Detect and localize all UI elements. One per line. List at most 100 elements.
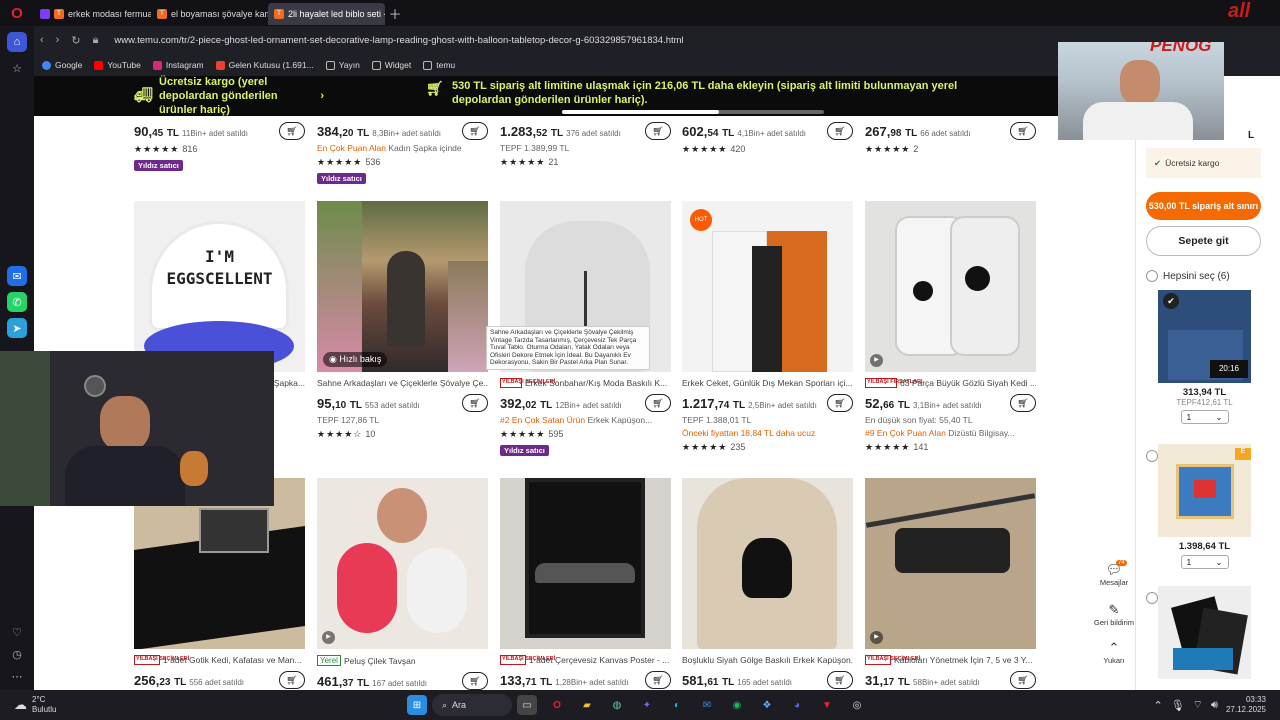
scroll-top-button[interactable]: ⌃ Yukarı <box>1094 640 1134 665</box>
opera-logo[interactable]: O <box>0 0 34 26</box>
obs-icon[interactable]: ◎ <box>847 695 867 715</box>
app-icon[interactable]: ◍ <box>607 695 627 715</box>
messages-button[interactable]: 💬︎ Mesajlar 74 <box>1094 560 1134 587</box>
add-to-cart-button[interactable]: 🛒︎ <box>645 671 671 689</box>
cart-item[interactable] <box>1158 586 1251 679</box>
add-to-cart-button[interactable]: 🛒︎ <box>462 122 488 140</box>
product-card[interactable]: 384,20 TL 8,3Bin+ adet satıldı 🛒︎ En Çok P… <box>317 116 488 184</box>
product-image-phone-stickers[interactable]: ▶ <box>865 201 1036 372</box>
product-image-knight-painting[interactable]: ◉ Hızlı bakış <box>317 201 488 372</box>
bookmark-youtube[interactable]: YouTube <box>94 60 141 70</box>
microphone-icon[interactable]: 🎙︎ <box>1171 699 1185 712</box>
windows-start-icon[interactable]: ⊞ <box>407 695 427 715</box>
quick-view-button[interactable]: ◉ Hızlı bakış <box>323 352 388 367</box>
more-icon[interactable]: ⋯ <box>7 666 27 686</box>
mail-icon[interactable]: ✉ <box>697 695 717 715</box>
add-to-cart-button[interactable]: 🛒︎ <box>645 394 671 412</box>
add-to-cart-button[interactable]: 🛒︎ <box>827 394 853 412</box>
weather-widget[interactable]: ☁ 2°C Bulutlu <box>0 695 240 715</box>
product-card[interactable]: ▶ Yerel Peluş Çilek Tavşan 461,37 TL 167 a… <box>317 478 488 690</box>
app-icon[interactable]: ❖ <box>757 695 777 715</box>
product-card[interactable]: ▶ YILBAŞI SEÇİMLERİ Kabloları Yönetmek İç… <box>865 478 1036 689</box>
spotify-icon[interactable]: ◉ <box>727 695 747 715</box>
wifi-icon[interactable]: ⌔ <box>1193 698 1203 712</box>
bookmark-instagram[interactable]: Instagram <box>152 60 204 70</box>
tab-2[interactable]: Tel boyaması şövalye kamp <box>151 3 268 25</box>
new-tab-button[interactable]: ＋ <box>385 4 405 23</box>
chevron-up-icon[interactable]: ⌃ <box>1153 699 1162 712</box>
app-icon[interactable]: ▼ <box>817 695 837 715</box>
telegram-icon[interactable]: ➤ <box>7 318 27 338</box>
add-to-cart-button[interactable]: 🛒︎ <box>1010 122 1036 140</box>
item-checkbox[interactable] <box>1146 450 1158 462</box>
url-field[interactable]: www.temu.com/tr/2-piece-ghost-led-orname… <box>114 35 683 46</box>
home-icon[interactable]: ⌂ <box>7 32 27 52</box>
file-explorer-icon[interactable]: ▰ <box>577 695 597 715</box>
tab-1[interactable]: Terkek modası fermuarlı kaz <box>34 3 151 25</box>
product-card[interactable]: HOT Erkek Ceket, Günlük Dış Mekan Sporla… <box>682 201 853 453</box>
play-icon[interactable]: ▶ <box>870 354 883 367</box>
bookmark-gmail[interactable]: Gelen Kutusu (1.691... <box>215 60 314 70</box>
product-card[interactable]: 267,98 TL 66 adet satıldı 🛒︎ ★★★★★ 2 <box>865 116 1036 155</box>
product-card[interactable]: Boşluklu Siyah Gölge Baskılı Erkek Kapüş… <box>682 478 853 689</box>
bookmark-folder-temu[interactable]: temu <box>423 60 455 70</box>
add-to-cart-button[interactable]: 🛒︎ <box>279 122 305 140</box>
product-card[interactable]: 1.283,52 TL 376 adet satıldı 🛒︎ TEPF 1.389… <box>500 116 671 168</box>
heart-icon[interactable]: ♡ <box>7 622 27 642</box>
edge-icon[interactable]: ◐ <box>667 695 687 715</box>
add-to-cart-button[interactable]: 🛒︎ <box>462 394 488 412</box>
product-image-cable-organizer[interactable]: ▶ <box>865 478 1036 649</box>
messenger-icon[interactable]: ✉ <box>7 266 27 286</box>
reload-icon[interactable]: ↻ <box>71 34 80 47</box>
product-card[interactable]: 90,45 TL 11Bin+ adet satıldı 🛒︎ ★★★★★ 816 Y… <box>134 116 305 171</box>
product-card[interactable]: YILBAŞI SEÇİMLERİ 1 adet Çerçevesiz Kanva… <box>500 478 671 689</box>
cart-item-image-cards[interactable] <box>1158 586 1251 679</box>
back-icon[interactable]: ‹ <box>40 34 44 46</box>
add-to-cart-button[interactable]: 🛒︎ <box>279 671 305 689</box>
product-image-jacket[interactable]: HOT <box>682 201 853 372</box>
bookmark-folder-yayin[interactable]: Yayın <box>325 60 360 70</box>
checked-icon[interactable]: ✔ <box>1163 293 1179 309</box>
cart-item[interactable]: E 1.398,64 TL 1 ⌄ <box>1158 444 1251 569</box>
bookmark-folder-widget[interactable]: Widget <box>371 60 411 70</box>
select-all[interactable]: Hepsini seç (6) <box>1146 270 1230 282</box>
opera-icon[interactable]: O <box>547 695 567 715</box>
whatsapp-icon[interactable]: ✆ <box>7 292 27 312</box>
product-image-strawberry-bunny[interactable]: ▶ <box>317 478 488 649</box>
select-all-checkbox[interactable] <box>1146 270 1158 282</box>
tab-3-active[interactable]: T2li hayalet led biblo seti -× <box>268 3 385 25</box>
add-to-cart-button[interactable]: 🛒︎ <box>827 671 853 689</box>
play-icon[interactable]: ▶ <box>870 631 883 644</box>
quantity-select[interactable]: 1 ⌄ <box>1180 555 1229 569</box>
product-image-car-poster[interactable] <box>500 478 671 649</box>
forward-icon[interactable]: › <box>56 34 60 46</box>
product-image-beige-hoodie[interactable] <box>682 478 853 649</box>
app-icon[interactable]: ✦ <box>637 695 657 715</box>
discord-icon[interactable]: ◕ <box>787 695 807 715</box>
task-view-icon[interactable]: ▭ <box>517 695 537 715</box>
cart-item-image-clock[interactable]: ✔ 20:16 <box>1158 290 1251 383</box>
volume-icon[interactable]: 🔊︎ <box>1211 699 1218 712</box>
feedback-button[interactable]: ✎ Geri bildirim <box>1094 602 1134 627</box>
cart-item-image-pixel-frame[interactable]: E <box>1158 444 1251 537</box>
star-icon[interactable]: ☆ <box>7 58 27 78</box>
cart-item[interactable]: ✔ 20:16 313,94 TL TEPF412,61 TL 1 ⌄ <box>1158 290 1251 424</box>
item-checkbox[interactable] <box>1146 592 1158 604</box>
product-image-cap[interactable]: I'M EGGSCELLENT <box>134 201 305 372</box>
order-limit-button[interactable]: 530,00 TL sipariş alt sınırı <box>1146 192 1261 220</box>
add-to-cart-button[interactable]: 🛒︎ <box>645 122 671 140</box>
free-shipping-notice[interactable]: 🚚︎ Ücretsiz kargo (yerel depolardan gönd… <box>34 75 324 117</box>
add-to-cart-button[interactable]: 🛒︎ <box>1010 671 1036 689</box>
add-to-cart-button[interactable]: 🛒︎ <box>1010 394 1036 412</box>
history-icon[interactable]: ◷ <box>7 644 27 664</box>
add-to-cart-button[interactable]: 🛒︎ <box>462 672 488 690</box>
product-card[interactable]: ▶ YILBAŞI FIRSATLARI 63 Parça Büyük Gözlü… <box>865 201 1036 453</box>
taskbar-search[interactable]: ⌕ Ara <box>432 694 512 716</box>
product-card[interactable]: 602,54 TL 4,1Bin+ adet satıldı 🛒︎ ★★★★★ 420 <box>682 116 853 155</box>
add-to-cart-button[interactable]: 🛒︎ <box>827 122 853 140</box>
product-card[interactable]: YILBAŞI SEÇİMLERİ 1 adet Gotik Kedi, Kafa… <box>134 478 305 689</box>
play-icon[interactable]: ▶ <box>322 631 335 644</box>
bookmark-google[interactable]: Google <box>42 60 82 70</box>
quantity-select[interactable]: 1 ⌄ <box>1180 410 1229 424</box>
clock[interactable]: 03:33 27.12.2025 <box>1226 695 1266 715</box>
